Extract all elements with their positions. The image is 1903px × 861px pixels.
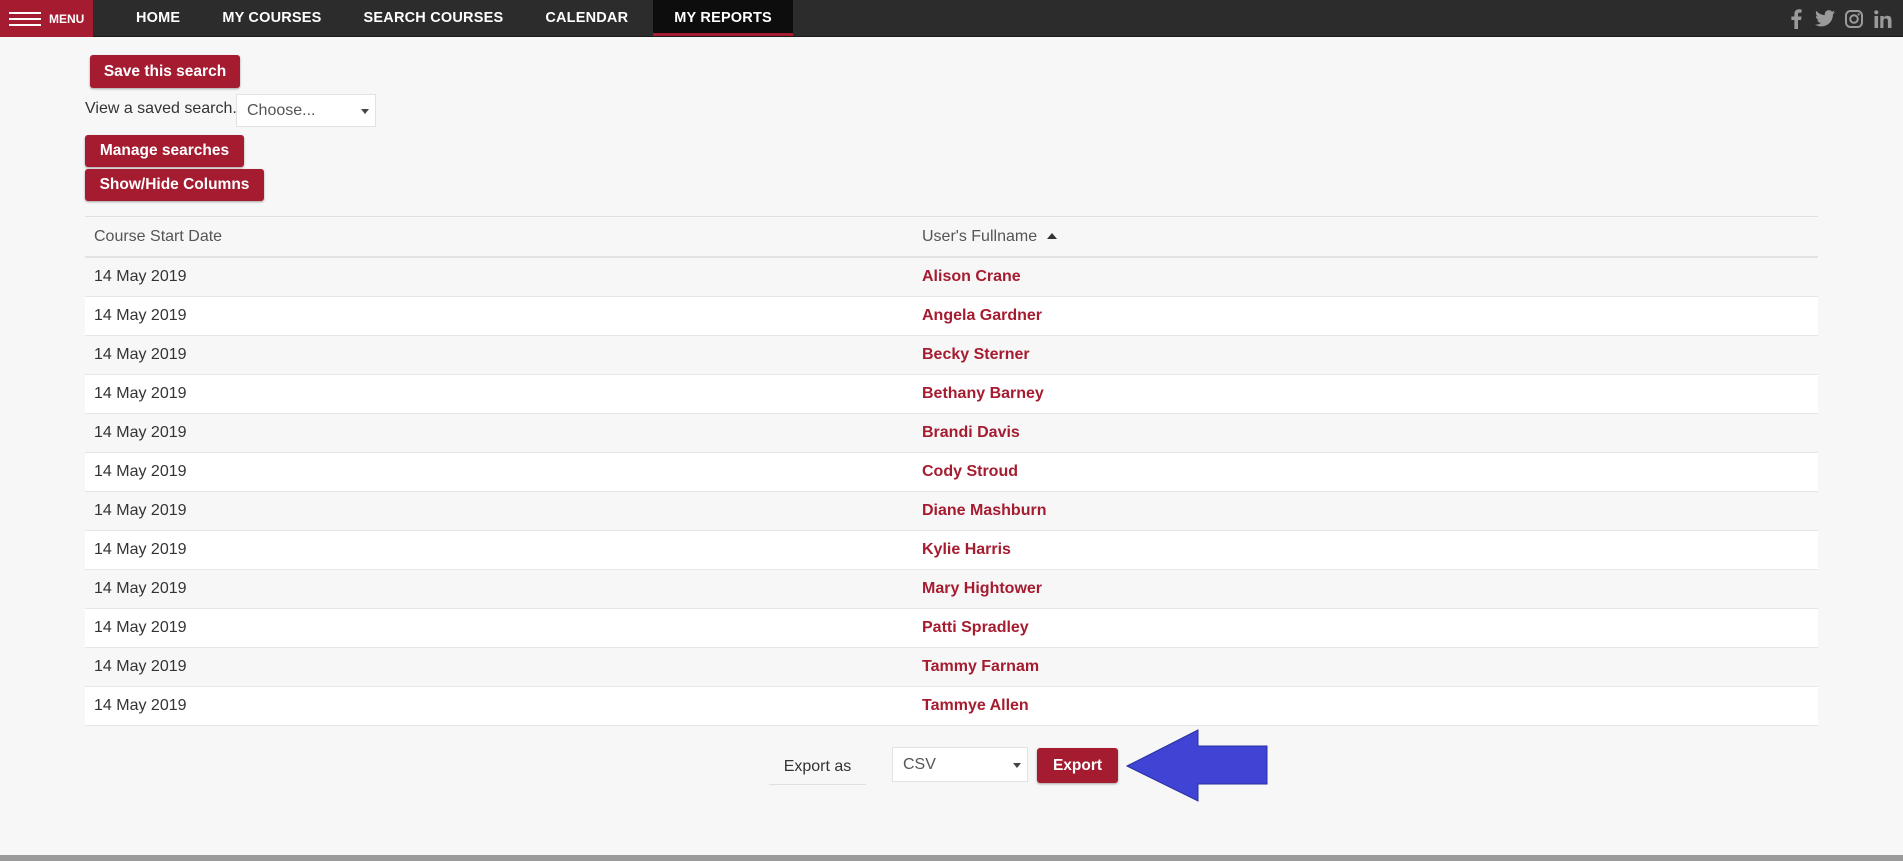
table-row: 14 May 2019 Alison Crane: [85, 258, 1818, 297]
export-as-label: Export as: [769, 750, 866, 785]
table-row: 14 May 2019 Tammye Allen: [85, 687, 1818, 726]
saved-search-select[interactable]: Choose...: [236, 94, 376, 127]
chevron-down-icon: [1013, 762, 1021, 768]
table-row: 14 May 2019 Bethany Barney: [85, 375, 1818, 414]
user-fullname-link[interactable]: Kylie Harris: [922, 541, 1818, 559]
table-row: 14 May 2019 Becky Sterner: [85, 336, 1818, 375]
table-row: 14 May 2019 Angela Gardner: [85, 297, 1818, 336]
user-fullname-link[interactable]: Mary Hightower: [922, 580, 1818, 598]
chevron-down-icon: [361, 108, 369, 114]
course-start-date-cell: 14 May 2019: [94, 619, 187, 636]
table-body: 14 May 2019 Alison Crane 14 May 2019 Angel…: [85, 258, 1818, 726]
user-fullname-link[interactable]: Tammy Farnam: [922, 658, 1818, 676]
column-header-users-fullname[interactable]: User's Fullname: [922, 228, 1818, 246]
table-row: 14 May 2019 Cody Stroud: [85, 453, 1818, 492]
hamburger-icon: [9, 11, 41, 26]
table-header: Course Start Date User's Fullname: [85, 217, 1818, 258]
export-format-select[interactable]: CSV: [892, 747, 1028, 782]
course-start-date-cell: 14 May 2019: [94, 346, 187, 363]
table-row: 14 May 2019 Kylie Harris: [85, 531, 1818, 570]
column-header-label: User's Fullname: [922, 227, 1038, 245]
nav-home[interactable]: HOME: [115, 0, 201, 36]
table-row: 14 May 2019 Patti Spradley: [85, 609, 1818, 648]
user-fullname-link[interactable]: Diane Mashburn: [922, 502, 1818, 520]
course-start-date-cell: 14 May 2019: [94, 424, 187, 441]
social-links: [1786, 0, 1893, 37]
report-table: Course Start Date User's Fullname 14 May…: [85, 216, 1818, 726]
course-start-date-cell: 14 May 2019: [94, 463, 187, 480]
top-nav-bar: MENU HOME MY COURSES SEARCH COURSES CALE…: [0, 0, 1903, 37]
column-header-label: Course Start Date: [94, 227, 223, 245]
course-start-date-cell: 14 May 2019: [94, 385, 187, 402]
export-button[interactable]: Export: [1037, 748, 1118, 783]
user-fullname-link[interactable]: Alison Crane: [922, 268, 1818, 286]
facebook-icon[interactable]: [1786, 8, 1806, 29]
course-start-date-cell: 14 May 2019: [94, 307, 187, 324]
nav-search-courses[interactable]: SEARCH COURSES: [343, 0, 525, 36]
nav-items: HOME MY COURSES SEARCH COURSES CALENDAR …: [115, 0, 793, 36]
table-row: 14 May 2019 Brandi Davis: [85, 414, 1818, 453]
manage-searches-button[interactable]: Manage searches: [85, 135, 244, 167]
linkedin-icon[interactable]: [1873, 9, 1893, 29]
twitter-icon[interactable]: [1815, 9, 1835, 29]
table-row: 14 May 2019 Tammy Farnam: [85, 648, 1818, 687]
sort-ascending-icon: [1047, 232, 1058, 239]
course-start-date-cell: 14 May 2019: [94, 541, 187, 558]
course-start-date-cell: 14 May 2019: [94, 697, 187, 714]
nav-my-courses[interactable]: MY COURSES: [201, 0, 342, 36]
user-fullname-link[interactable]: Angela Gardner: [922, 307, 1818, 325]
table-row: 14 May 2019 Mary Hightower: [85, 570, 1818, 609]
course-start-date-cell: 14 May 2019: [94, 502, 187, 519]
user-fullname-link[interactable]: Brandi Davis: [922, 424, 1818, 442]
menu-button[interactable]: MENU: [0, 0, 93, 37]
column-header-course-start-date[interactable]: Course Start Date: [85, 228, 922, 246]
nav-my-reports[interactable]: MY REPORTS: [653, 0, 793, 36]
blue-arrow-annotation-icon: [1126, 729, 1268, 802]
user-fullname-link[interactable]: Bethany Barney: [922, 385, 1818, 403]
saved-search-label: View a saved search...: [85, 100, 246, 117]
nav-calendar[interactable]: CALENDAR: [524, 0, 649, 36]
footer-divider: [0, 855, 1903, 861]
show-hide-columns-button[interactable]: Show/Hide Columns: [85, 169, 264, 201]
saved-search-value: Choose...: [247, 101, 316, 119]
user-fullname-link[interactable]: Becky Sterner: [922, 346, 1818, 364]
save-search-button[interactable]: Save this search: [90, 55, 240, 88]
course-start-date-cell: 14 May 2019: [94, 658, 187, 675]
user-fullname-link[interactable]: Patti Spradley: [922, 619, 1818, 637]
menu-label: MENU: [49, 11, 85, 26]
course-start-date-cell: 14 May 2019: [94, 268, 187, 285]
user-fullname-link[interactable]: Tammye Allen: [922, 697, 1818, 715]
table-row: 14 May 2019 Diane Mashburn: [85, 492, 1818, 531]
instagram-icon[interactable]: [1844, 9, 1864, 29]
course-start-date-cell: 14 May 2019: [94, 580, 187, 597]
user-fullname-link[interactable]: Cody Stroud: [922, 463, 1818, 481]
export-format-value: CSV: [903, 755, 936, 773]
